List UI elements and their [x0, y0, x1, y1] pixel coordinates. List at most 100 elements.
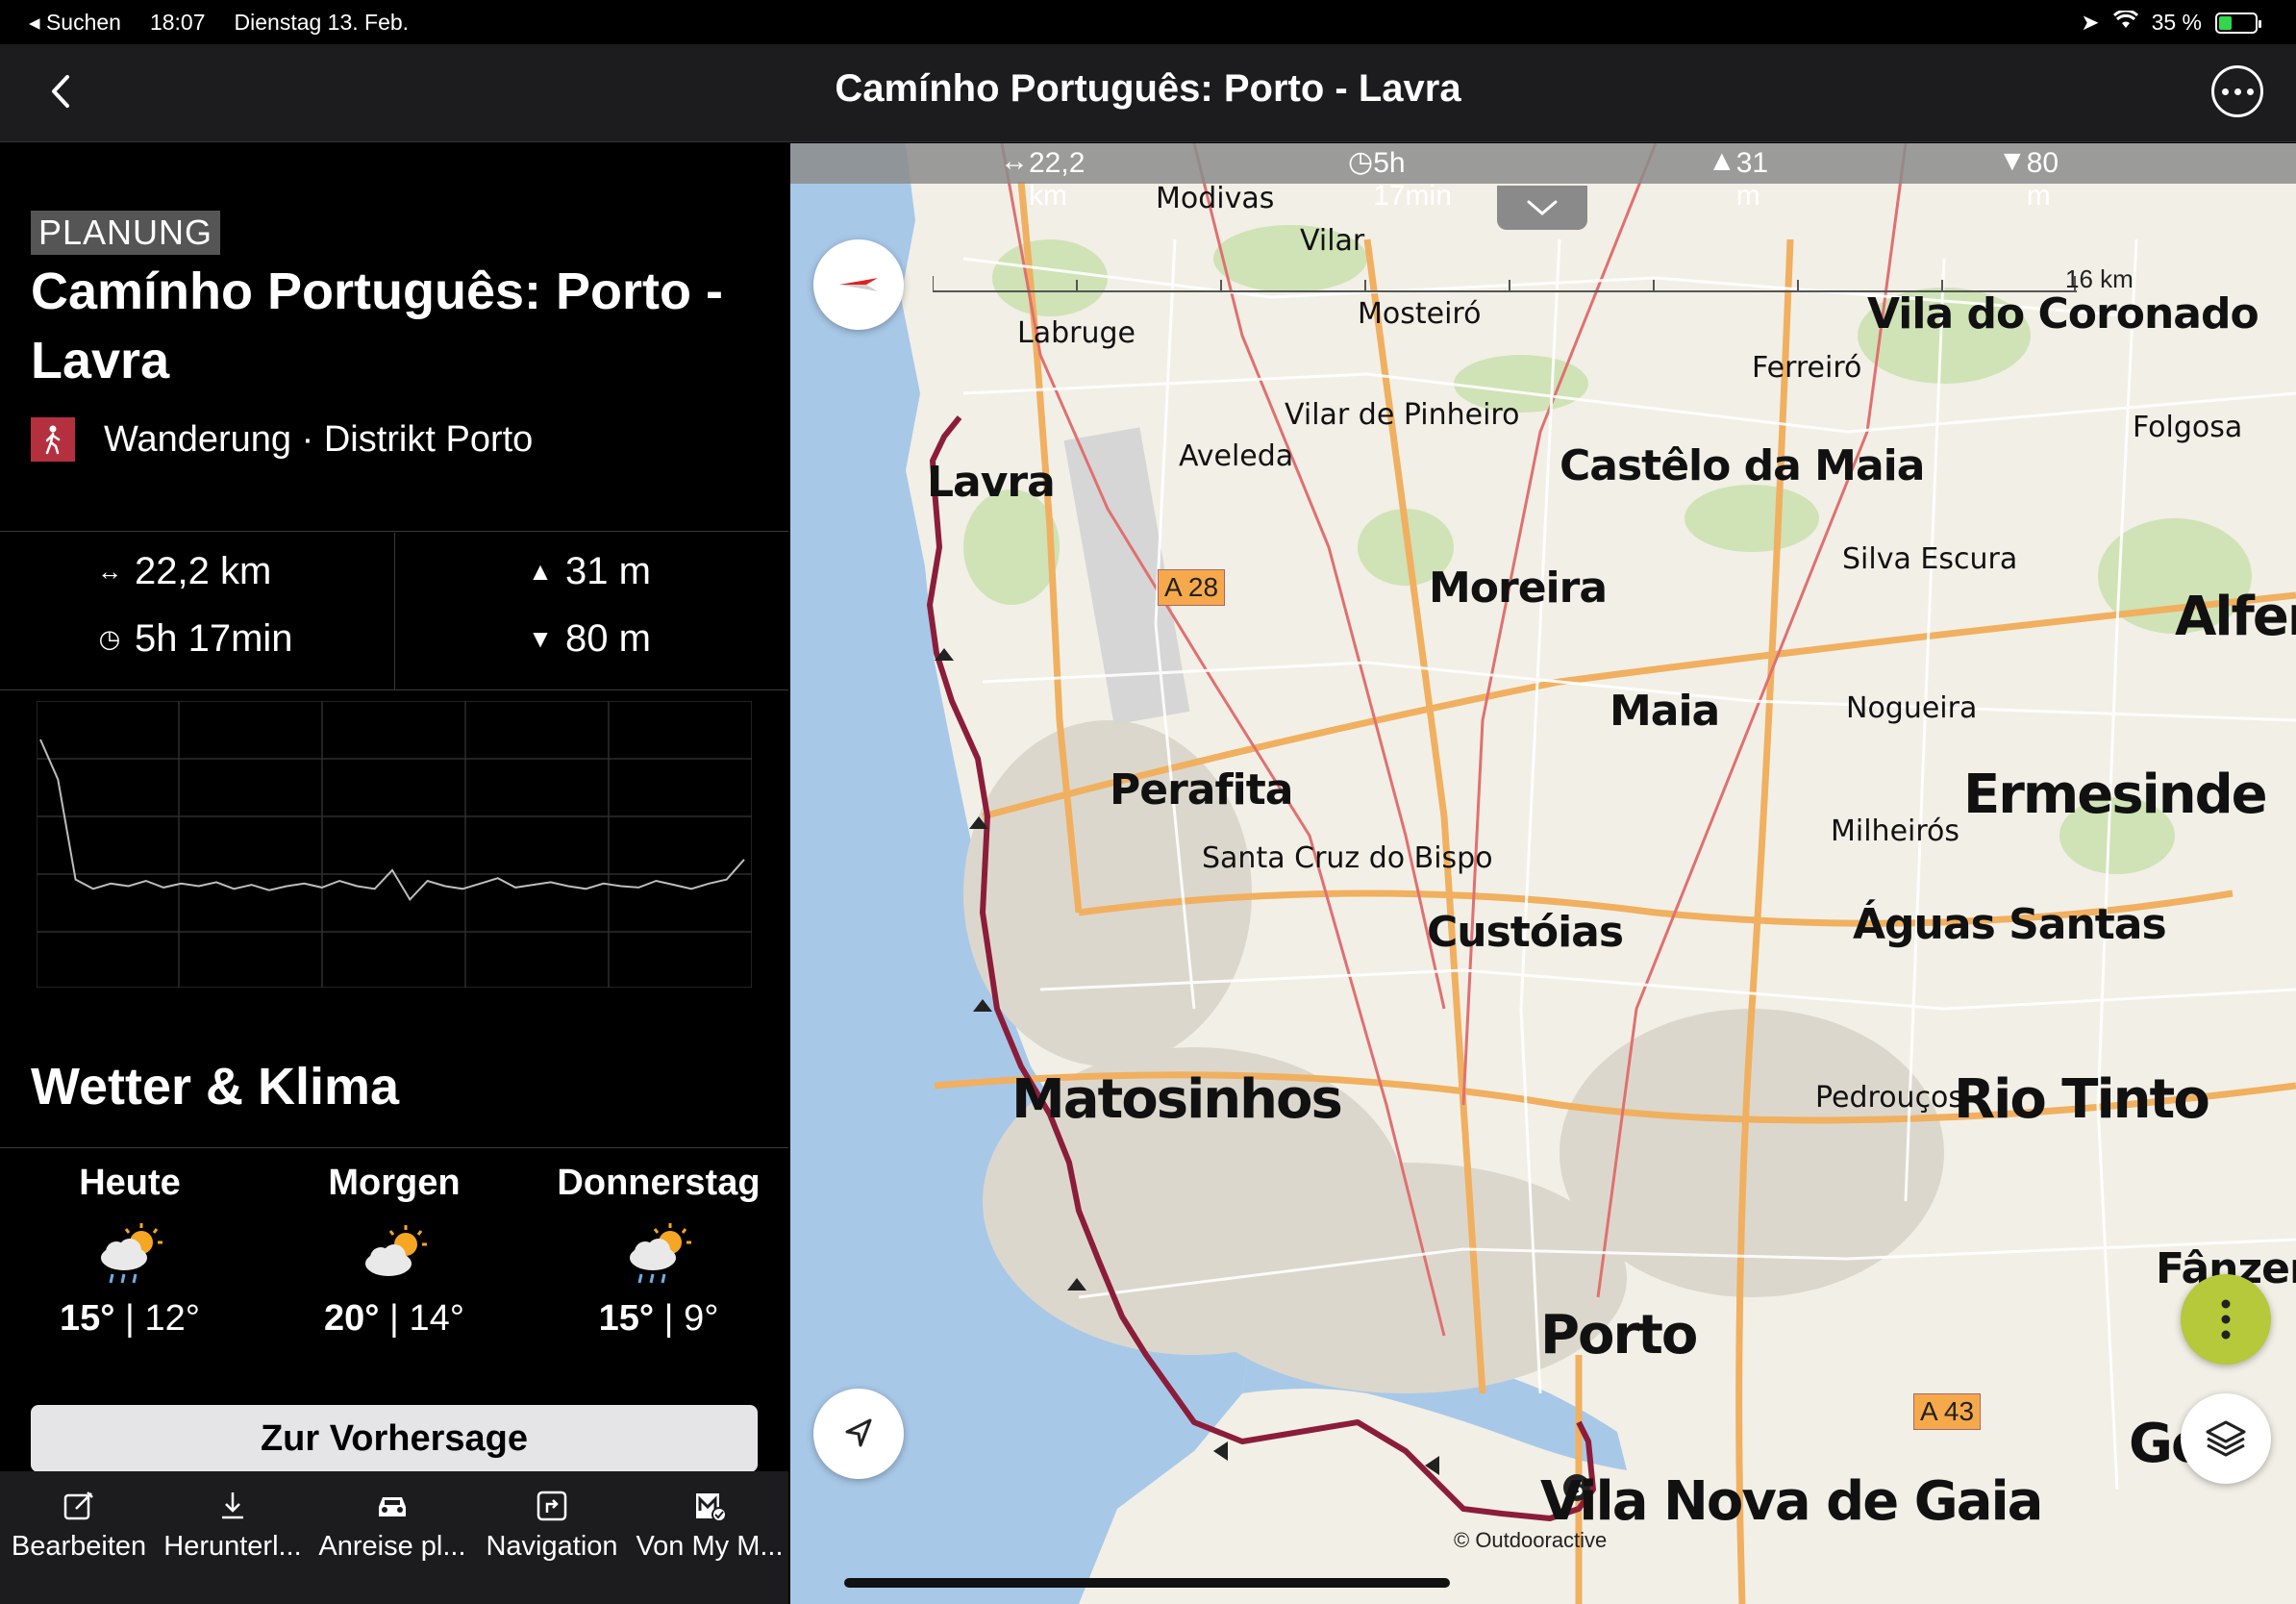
- navigation-icon: [473, 1487, 631, 1525]
- map-descent-value: 80 m: [2026, 147, 2059, 212]
- place-label: Folgosa: [2133, 411, 2243, 444]
- edit-button[interactable]: Bearbeiten: [0, 1487, 158, 1563]
- place-label: Vila do Coronado: [1867, 289, 2259, 338]
- status-badge: PLANUNG: [31, 211, 221, 255]
- toolbar-label: Anreise pl...: [318, 1531, 466, 1562]
- download-button[interactable]: Herunterl...: [154, 1487, 312, 1563]
- place-label: Maia: [1610, 687, 1720, 736]
- home-indicator[interactable]: [844, 1578, 1450, 1588]
- tour-category: Wanderung · Distrikt Porto: [31, 417, 533, 462]
- temp-low: 12°: [144, 1298, 200, 1339]
- place-label: Vilar de Pinheiro: [1285, 398, 1520, 432]
- map-ascent-value: 31 m: [1735, 147, 1769, 212]
- hiking-icon: [31, 417, 75, 462]
- duration-stat: ◷ 5h 17min: [96, 617, 293, 661]
- dot: [2246, 88, 2254, 95]
- day-name: Heute: [79, 1163, 181, 1203]
- compass-button[interactable]: [813, 239, 904, 330]
- descent-value: 80 m: [565, 617, 651, 660]
- descent-stat: ▼ 80 m: [527, 617, 651, 661]
- map-layers-button[interactable]: [2181, 1393, 2271, 1484]
- edit-icon: [0, 1487, 158, 1525]
- place-label: Pedrouços: [1815, 1081, 1964, 1115]
- day-temperature: 20° | 14°: [324, 1298, 464, 1339]
- tour-detail-panel: PLANUNG Camínho Português: Porto - Lavra…: [0, 143, 788, 1472]
- navigation-button[interactable]: Navigation: [473, 1487, 631, 1563]
- map-distance-value: 22,2 km: [1029, 147, 1086, 212]
- collapse-stats-button[interactable]: [1497, 186, 1587, 230]
- nav-header: Camínho Português: Porto - Lavra: [0, 44, 2296, 142]
- car-icon: [313, 1487, 471, 1525]
- map-options-button[interactable]: [2181, 1274, 2271, 1365]
- back-app-label: Suchen: [45, 10, 121, 35]
- distance-icon: ↔: [97, 557, 122, 586]
- temp-high: 20°: [324, 1298, 380, 1339]
- battery-icon: [2215, 12, 2261, 34]
- map-attribution: © Outdooractive: [1454, 1528, 1608, 1552]
- elevation-profile-chart[interactable]: [37, 701, 752, 988]
- place-label: Perafita: [1110, 765, 1293, 815]
- place-label: Alfer: [2175, 586, 2296, 648]
- map-canvas: S: [790, 143, 2296, 1604]
- chart-frame: [37, 701, 752, 988]
- map-scale-bar: [933, 276, 2077, 292]
- plan-arrival-button[interactable]: Anreise pl...: [313, 1487, 471, 1563]
- map-view[interactable]: S Matosinhos Porto Vila Nova de Gaia Rio…: [790, 143, 2296, 1604]
- sun-cloud-icon: [356, 1221, 433, 1289]
- place-label: Lavra: [927, 458, 1056, 507]
- day-name: Morgen: [328, 1163, 461, 1203]
- ascent-value: 31 m: [565, 550, 651, 592]
- chevron-down-icon: [1527, 200, 1558, 215]
- toolbar-label: Von My M...: [636, 1531, 784, 1562]
- place-label: Silva Escura: [1842, 542, 2018, 576]
- toolbar-label: Herunterl...: [163, 1531, 302, 1562]
- map-duration: ◷ 5h 17min: [1348, 146, 1452, 212]
- status-bar: ◂ Suchen 18:07 Dienstag 13. Feb. ➤ 35 %: [0, 0, 2296, 44]
- divider: [394, 533, 395, 689]
- distance-value: 22,2 km: [135, 550, 272, 592]
- map-duration-value: 5h 17min: [1373, 147, 1452, 212]
- place-label: Rio Tinto: [1954, 1068, 2210, 1131]
- temp-high: 15°: [598, 1298, 655, 1339]
- toolbar-label: Bearbeiten: [11, 1531, 147, 1562]
- weather-forecast: Heute 15° | 12° Morgen 20° | 14° Donners…: [0, 1163, 788, 1355]
- ascent-stat: ▲ 31 m: [527, 550, 651, 593]
- ascent-icon: ▲: [528, 557, 553, 586]
- place-label: Vilar: [1300, 224, 1365, 258]
- distance-stat: ↔ 22,2 km: [96, 550, 271, 593]
- dot: [2221, 88, 2229, 95]
- from-my-map-button[interactable]: Von My M...: [631, 1487, 788, 1563]
- place-label: Nogueira: [1846, 691, 1978, 725]
- sun-cloud-rain-icon: [620, 1221, 697, 1289]
- weather-day: Morgen 20° | 14°: [264, 1163, 524, 1340]
- place-label: Porto: [1540, 1304, 1698, 1366]
- temp-low: 14°: [409, 1298, 464, 1339]
- more-options-button[interactable]: [2211, 65, 2263, 117]
- tour-title: Camínho Português: Porto - Lavra: [31, 263, 723, 389]
- place-label: Matosinhos: [1011, 1068, 1343, 1131]
- route-arrow: [1213, 1441, 1228, 1461]
- forecast-button[interactable]: Zur Vorhersage: [31, 1405, 758, 1472]
- sun-cloud-rain-icon: [91, 1221, 168, 1289]
- location-icon: ➤: [2081, 10, 2100, 35]
- toolbar-label: Navigation: [486, 1531, 618, 1562]
- download-icon: [154, 1487, 312, 1525]
- place-label: Santa Cruz do Bispo: [1202, 841, 1493, 875]
- place-label: Águas Santas: [1853, 900, 2167, 949]
- weather-day: Donnerstag 15° | 9°: [529, 1163, 788, 1340]
- map-descent: ▼ 80 m: [1998, 145, 2059, 212]
- place-label: Ermesinde: [1963, 764, 2268, 826]
- location-arrow-icon: [845, 1418, 872, 1447]
- battery-percent: 35 %: [2151, 10, 2202, 35]
- divider: [0, 531, 788, 532]
- map-ascent: ▲ 31 m: [1708, 145, 1769, 212]
- locate-me-button[interactable]: [813, 1389, 904, 1479]
- day-temperature: 15° | 12°: [60, 1298, 200, 1339]
- place-label: Vila Nova de Gaia: [1540, 1470, 2043, 1533]
- layers-icon: [2206, 1420, 2246, 1457]
- tour-subtitle: Wanderung · Distrikt Porto: [104, 418, 534, 460]
- back-to-app[interactable]: ◂ Suchen: [29, 10, 121, 36]
- day-temperature: 15° | 9°: [598, 1298, 719, 1339]
- clock-icon: ◷: [98, 624, 121, 653]
- place-label: Custóias: [1427, 908, 1624, 957]
